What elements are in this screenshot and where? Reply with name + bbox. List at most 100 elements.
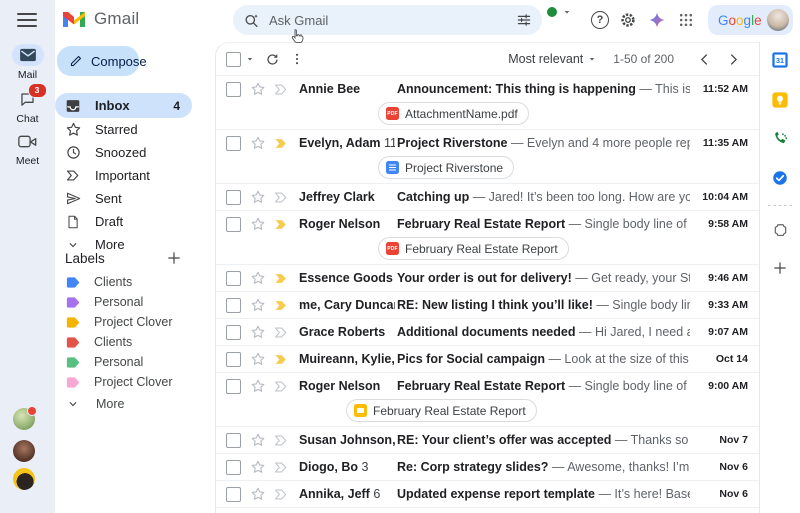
star-icon[interactable]	[250, 81, 266, 97]
get-add-ons-plus-icon[interactable]	[770, 258, 790, 278]
gemini-button[interactable]	[645, 8, 669, 32]
importance-marker[interactable]	[273, 189, 290, 206]
add-ons-icon[interactable]	[770, 220, 790, 240]
importance-marker[interactable]	[273, 459, 290, 476]
tasks-icon[interactable]	[770, 168, 790, 188]
star-icon[interactable]	[250, 324, 266, 340]
voice-icon[interactable]	[770, 130, 790, 150]
email-row[interactable]: Essence GoodsYour order is out for deliv…	[216, 265, 760, 292]
sidebar-label-project-clover[interactable]: Project Clover	[55, 312, 192, 332]
email-row[interactable]: Annika, Jeff 6Updated expense report tem…	[216, 481, 760, 508]
sort-selector[interactable]: Most relevant	[508, 52, 597, 66]
email-checkbox[interactable]	[226, 325, 241, 340]
search-options-icon[interactable]	[516, 12, 532, 28]
importance-marker[interactable]	[273, 216, 290, 233]
rail-item-meet[interactable]: Meet	[0, 130, 55, 167]
star-icon[interactable]	[250, 351, 266, 367]
email-checkbox[interactable]	[226, 487, 241, 502]
importance-marker[interactable]	[273, 486, 290, 503]
refresh-icon[interactable]	[265, 52, 280, 67]
sidebar-item-starred[interactable]: Starred	[55, 118, 192, 141]
sidebar-item-sent[interactable]: Sent	[55, 187, 192, 210]
sidebar-item-important[interactable]: Important	[55, 164, 192, 187]
sidebar-label-personal[interactable]: Personal	[55, 352, 192, 372]
email-checkbox[interactable]	[226, 136, 241, 151]
attachment-chip[interactable]: PDFFebruary Real Estate Report	[378, 237, 569, 260]
star-icon[interactable]	[250, 486, 266, 502]
gmail-logo[interactable]: Gmail	[62, 9, 139, 29]
select-caret-icon[interactable]	[245, 54, 255, 64]
email-row[interactable]: Muireann, Kylie, David 5Pics for Social …	[216, 346, 760, 373]
star-icon[interactable]	[250, 216, 266, 232]
importance-marker[interactable]	[273, 324, 290, 341]
contact-avatar[interactable]	[13, 440, 35, 462]
email-checkbox[interactable]	[226, 190, 241, 205]
star-icon[interactable]	[250, 270, 266, 286]
importance-marker[interactable]	[273, 135, 290, 152]
attachment-chip[interactable]: PDFAttachmentName.pdf	[378, 102, 529, 125]
email-row[interactable]: Roger NelsonFebruary Real Estate Report …	[216, 373, 760, 427]
search-bar[interactable]: Ask Gmail	[233, 5, 542, 35]
settings-button[interactable]	[616, 8, 640, 32]
side-panel-divider	[768, 205, 792, 206]
email-row[interactable]: Grace RobertsAdditional documents needed…	[216, 319, 760, 346]
email-row[interactable]: Jeffrey ClarkCatching up — Jared! It’s b…	[216, 184, 760, 211]
sidebar-label-clients[interactable]: Clients	[55, 272, 192, 292]
labels-more[interactable]: More	[55, 394, 203, 414]
star-icon[interactable]	[250, 189, 266, 205]
email-row[interactable]: Annie BeeAnnouncement: This thing is hap…	[216, 76, 760, 130]
email-checkbox[interactable]	[226, 298, 241, 313]
google-account-pill[interactable]: Google	[708, 5, 793, 35]
sidebar-label-project-clover[interactable]: Project Clover	[55, 372, 192, 392]
email-checkbox[interactable]	[226, 433, 241, 448]
active-status-dot	[547, 7, 557, 17]
rail-item-chat[interactable]: 3Chat	[0, 88, 55, 125]
importance-marker[interactable]	[273, 297, 290, 314]
importance-marker[interactable]	[273, 81, 290, 98]
contact-avatar[interactable]	[13, 408, 35, 430]
email-checkbox[interactable]	[226, 352, 241, 367]
email-checkbox[interactable]	[226, 460, 241, 475]
create-label-icon[interactable]	[166, 250, 182, 266]
help-button[interactable]: ?	[588, 8, 612, 32]
sidebar-label-personal[interactable]: Personal	[55, 292, 192, 312]
email-row[interactable]: Evelyn, Adam 11Project Riverstone — Evel…	[216, 130, 760, 184]
email-row[interactable]: Roger NelsonFebruary Real Estate Report …	[216, 211, 760, 265]
status-selector[interactable]	[547, 7, 572, 17]
calendar-icon[interactable]: 31	[770, 50, 790, 70]
email-row[interactable]: Susan Johnson, me 2RE: Your client’s off…	[216, 427, 760, 454]
star-icon[interactable]	[250, 432, 266, 448]
main-menu-icon[interactable]	[17, 13, 37, 27]
contact-avatar[interactable]	[13, 468, 35, 490]
star-icon[interactable]	[250, 459, 266, 475]
email-subject: February Real Estate Report — Single bod…	[397, 217, 690, 231]
sidebar-label-clients[interactable]: Clients	[55, 332, 192, 352]
importance-marker[interactable]	[273, 270, 290, 287]
importance-marker[interactable]	[273, 378, 290, 395]
user-avatar[interactable]	[767, 9, 789, 31]
sidebar-item-snoozed[interactable]: Snoozed	[55, 141, 192, 164]
email-checkbox[interactable]	[226, 82, 241, 97]
email-checkbox[interactable]	[226, 217, 241, 232]
attachment-chip[interactable]: Project Riverstone	[378, 156, 514, 179]
attachment-chip[interactable]: February Real Estate Report	[346, 399, 537, 422]
email-row[interactable]: me, Cary Duncan 2RE: New listing I think…	[216, 292, 760, 319]
sidebar-item-inbox[interactable]: Inbox4	[55, 93, 192, 118]
importance-marker[interactable]	[273, 432, 290, 449]
apps-grid-button[interactable]	[674, 8, 698, 32]
compose-button[interactable]: Compose	[57, 46, 139, 76]
rail-item-mail[interactable]: Mail	[0, 44, 55, 81]
sidebar-item-draft[interactable]: Draft	[55, 210, 192, 233]
older-page-button[interactable]	[719, 52, 748, 67]
importance-marker[interactable]	[273, 351, 290, 368]
star-icon[interactable]	[250, 297, 266, 313]
star-icon[interactable]	[250, 378, 266, 394]
select-all-checkbox[interactable]	[226, 52, 241, 67]
email-row[interactable]: Diogo, Bo 3Re: Corp strategy slides? — A…	[216, 454, 760, 481]
more-options-icon[interactable]	[290, 52, 304, 66]
newer-page-button[interactable]	[690, 52, 719, 67]
keep-icon[interactable]	[770, 90, 790, 110]
email-checkbox[interactable]	[226, 379, 241, 394]
email-checkbox[interactable]	[226, 271, 241, 286]
star-icon[interactable]	[250, 135, 266, 151]
